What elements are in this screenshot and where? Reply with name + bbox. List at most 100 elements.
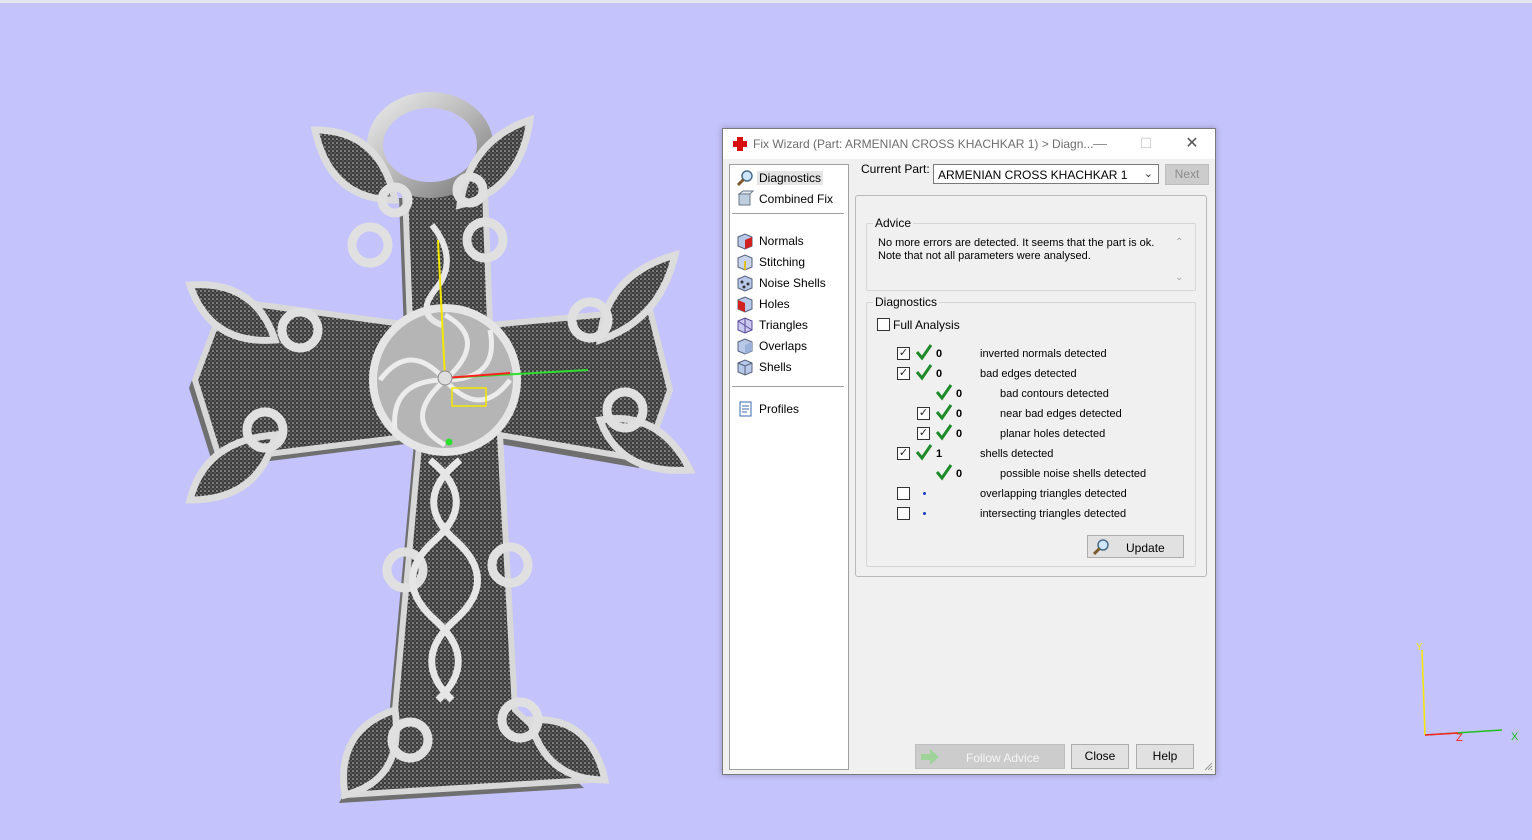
normals-cube-icon [737, 233, 753, 250]
dialog-titlebar[interactable]: Fix Wizard (Part: ARMENIAN CROSS KHACHKA… [723, 129, 1215, 159]
follow-advice-label: Follow Advice [966, 751, 1040, 765]
advice-line: No more errors are detected. It seems th… [878, 237, 1155, 249]
row-count: 0 [956, 428, 963, 440]
shells-cube-icon [737, 359, 753, 376]
nav-item-normals[interactable]: Normals [734, 231, 844, 251]
nav-item-combined-fix[interactable]: Combined Fix [734, 189, 844, 209]
nav-item-stitching[interactable]: Stitching [734, 252, 844, 272]
maximize-button[interactable]: ☐ [1123, 129, 1169, 159]
current-part-label: Current Part: [861, 162, 930, 176]
full-analysis-checkbox[interactable] [877, 318, 890, 331]
diag-row-intersecting-triangles: intersecting triangles detected [867, 503, 1187, 521]
close-window-button[interactable]: ✕ [1169, 129, 1215, 159]
triad-y-label: Y [1416, 642, 1423, 653]
row-label: planar holes detected [1000, 428, 1106, 440]
green-check-icon [915, 364, 933, 381]
nav-item-shells[interactable]: Shells [734, 357, 844, 377]
triad-x-label: X [1511, 731, 1519, 743]
row-label: shells detected [980, 448, 1054, 460]
diagnostics-group: Diagnostics Full Analysis ✓ 0 inverted n… [866, 295, 1196, 567]
advice-scrollbar[interactable]: ⌃ ⌄ [1173, 237, 1187, 283]
row-label: near bad edges detected [1000, 408, 1122, 420]
nav-separator [732, 213, 844, 214]
row-checkbox[interactable]: ✓ [897, 347, 910, 360]
row-label: inverted normals detected [980, 348, 1107, 360]
row-count: 0 [956, 408, 963, 420]
full-analysis-label: Full Analysis [893, 318, 960, 332]
row-checkbox[interactable]: ✓ [897, 447, 910, 460]
profiles-document-icon [739, 401, 752, 417]
nav-label: Profiles [759, 402, 800, 416]
nav-item-triangles[interactable]: Triangles [734, 315, 844, 335]
nav-item-holes[interactable]: Holes [734, 294, 844, 314]
advice-group: Advice No more errors are detected. It s… [866, 216, 1196, 291]
red-cross-icon [733, 137, 747, 151]
triangles-cube-icon [737, 317, 753, 334]
nav-label: Shells [759, 360, 792, 374]
nav-item-profiles[interactable]: Profiles [734, 399, 844, 419]
armenian-cross-3d-model[interactable] [180, 90, 700, 810]
overlaps-cube-icon [737, 338, 753, 355]
row-checkbox[interactable]: ✓ [897, 367, 910, 380]
nav-label: Overlaps [759, 339, 808, 353]
diag-row-bad-edges: ✓ 0 bad edges detected [867, 363, 1187, 381]
current-part-select[interactable]: ARMENIAN CROSS KHACHKAR 1 ⌄ [933, 164, 1159, 184]
row-checkbox[interactable] [897, 487, 910, 500]
row-count: 0 [936, 368, 943, 380]
not-analysed-dot-icon [923, 512, 926, 515]
green-check-icon [935, 424, 953, 441]
holes-cube-icon [737, 296, 753, 313]
scroll-up-icon[interactable]: ⌃ [1175, 237, 1183, 248]
row-label: bad edges detected [980, 368, 1077, 380]
stitching-cube-icon [737, 254, 753, 271]
resize-grip-icon[interactable] [1203, 761, 1213, 771]
green-check-icon [935, 464, 953, 481]
nav-item-noise-shells[interactable]: Noise Shells [734, 273, 844, 293]
row-label: bad contours detected [1000, 388, 1109, 400]
diag-row-near-bad-edges: ✓ 0 near bad edges detected [867, 403, 1187, 421]
minimize-button[interactable]: — [1077, 129, 1123, 159]
diagnostics-panel: Advice No more errors are detected. It s… [855, 195, 1207, 577]
magnifier-icon [736, 170, 753, 187]
app-top-edge [0, 0, 1532, 3]
scroll-down-icon[interactable]: ⌄ [1175, 272, 1183, 283]
nav-item-overlaps[interactable]: Overlaps [734, 336, 844, 356]
nav-label: Normals [759, 234, 804, 248]
green-check-icon [915, 344, 933, 361]
follow-advice-button[interactable]: Follow Advice [915, 744, 1065, 769]
diag-row-overlapping-triangles: overlapping triangles detected [867, 483, 1187, 501]
dialog-title: Fix Wizard (Part: ARMENIAN CROSS KHACHKA… [753, 137, 1094, 151]
diag-row-noise-shells: 0 possible noise shells detected [867, 463, 1187, 481]
row-count: 0 [936, 348, 943, 360]
row-checkbox[interactable] [897, 507, 910, 520]
row-checkbox[interactable]: ✓ [917, 427, 930, 440]
diag-row-shells: ✓ 1 shells detected [867, 443, 1187, 461]
chevron-down-icon: ⌄ [1143, 168, 1153, 180]
nav-label: Triangles [759, 318, 808, 332]
green-check-icon [935, 404, 953, 421]
help-button[interactable]: Help [1136, 744, 1194, 769]
advice-title: Advice [873, 216, 914, 230]
row-checkbox[interactable]: ✓ [917, 407, 930, 420]
green-check-icon [935, 384, 953, 401]
not-analysed-dot-icon [923, 492, 926, 495]
nav-label: Diagnostics [757, 171, 824, 185]
axis-triad: Y Z X [1416, 642, 1519, 744]
diagnostics-title: Diagnostics [873, 295, 940, 309]
nav-label: Stitching [759, 255, 806, 269]
nav-label: Holes [759, 297, 790, 311]
current-part-value: ARMENIAN CROSS KHACHKAR 1 [938, 168, 1128, 182]
close-button[interactable]: Close [1071, 744, 1129, 769]
update-button[interactable]: Update [1087, 535, 1184, 558]
triad-z-label: Z [1456, 732, 1463, 744]
noise-shells-icon [737, 275, 753, 292]
nav-label: Combined Fix [759, 192, 834, 206]
next-button[interactable]: Next [1165, 164, 1209, 185]
row-label: intersecting triangles detected [980, 508, 1127, 520]
arrow-right-icon [921, 749, 939, 765]
advice-line: Note that not all parameters were analys… [878, 250, 1091, 262]
diag-row-bad-contours: 0 bad contours detected [867, 383, 1187, 401]
diag-row-planar-holes: ✓ 0 planar holes detected [867, 423, 1187, 441]
row-label: overlapping triangles detected [980, 488, 1127, 500]
nav-item-diagnostics[interactable]: Diagnostics [734, 168, 844, 188]
